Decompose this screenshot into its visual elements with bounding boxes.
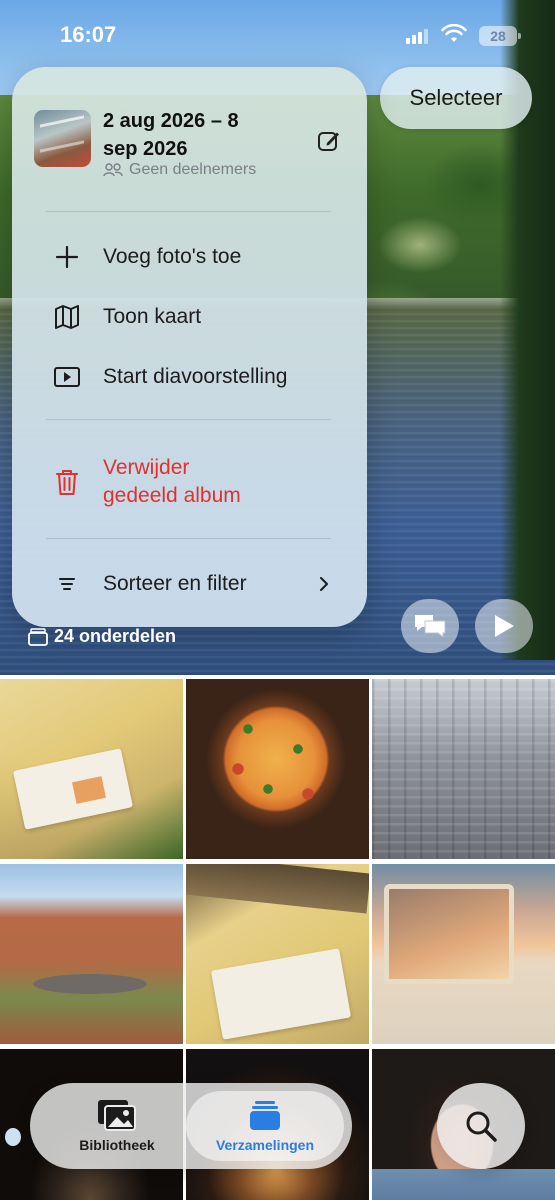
comments-button[interactable] — [401, 599, 459, 653]
tab-bar: Bibliotheek Verzamelingen — [30, 1083, 352, 1169]
search-icon — [466, 1111, 497, 1142]
tab-collections-label: Verzamelingen — [215, 1137, 315, 1153]
album-context-menu: 2 aug 2026 – 8 sep 2026 Geen deelnemers … — [12, 67, 367, 627]
delete-shared-album-label: Verwijder gedeeld album — [103, 456, 241, 507]
plus-icon — [55, 245, 79, 269]
participants-label: Geen deelnemers — [129, 161, 257, 178]
add-photos-label: Voeg foto's toe — [103, 245, 242, 268]
start-slideshow-label: Start diavoorstelling — [103, 365, 288, 388]
photo-thumbnail[interactable] — [186, 864, 369, 1044]
search-button[interactable] — [437, 1083, 525, 1169]
show-map-item[interactable]: Toon kaart — [12, 292, 367, 342]
photo-thumbnail[interactable] — [372, 679, 555, 859]
status-bar: 16:07 28 — [0, 0, 555, 70]
photo-thumbnail[interactable] — [372, 864, 555, 1044]
stack-icon — [28, 627, 48, 646]
page-indicator-dot — [5, 1128, 21, 1146]
album-thumbnail — [34, 110, 91, 167]
photo-library-icon — [98, 1100, 136, 1131]
map-icon — [55, 305, 79, 329]
item-count: 24 onderdelen — [28, 626, 176, 647]
add-photos-item[interactable]: Voeg foto's toe — [12, 232, 367, 282]
photo-thumbnail[interactable] — [0, 864, 183, 1044]
play-slideshow-button[interactable] — [475, 599, 533, 653]
wifi-icon — [441, 24, 467, 42]
slideshow-icon — [54, 367, 80, 387]
tab-library[interactable]: Bibliotheek — [38, 1091, 196, 1161]
delete-shared-album-item[interactable]: Verwijder gedeeld album — [12, 452, 367, 512]
battery-icon: 28 — [479, 26, 521, 46]
chevron-right-icon — [320, 577, 328, 591]
sort-filter-icon — [59, 578, 75, 590]
chat-bubbles-icon — [415, 615, 446, 639]
play-icon — [495, 615, 514, 637]
edit-icon[interactable] — [317, 129, 341, 153]
album-title: 2 aug 2026 – 8 sep 2026 — [103, 110, 239, 160]
sort-filter-item[interactable]: Sorteer en filter — [12, 559, 367, 609]
item-count-label: 24 onderdelen — [54, 626, 177, 646]
show-map-label: Toon kaart — [103, 305, 202, 328]
collections-icon — [250, 1101, 280, 1130]
tab-collections[interactable]: Verzamelingen — [186, 1091, 344, 1161]
start-slideshow-item[interactable]: Start diavoorstelling — [12, 352, 367, 402]
people-icon — [103, 163, 123, 177]
cellular-signal-icon — [406, 28, 432, 44]
photo-thumbnail[interactable] — [186, 679, 369, 859]
participants-row: Geen deelnemers — [103, 161, 256, 179]
trash-icon — [56, 470, 78, 495]
status-time: 16:07 — [60, 22, 117, 47]
select-button[interactable]: Selecteer — [380, 67, 532, 129]
tab-library-label: Bibliotheek — [79, 1137, 155, 1153]
battery-level: 28 — [490, 28, 506, 44]
sort-filter-label: Sorteer en filter — [103, 572, 247, 595]
photo-thumbnail[interactable] — [0, 679, 183, 859]
